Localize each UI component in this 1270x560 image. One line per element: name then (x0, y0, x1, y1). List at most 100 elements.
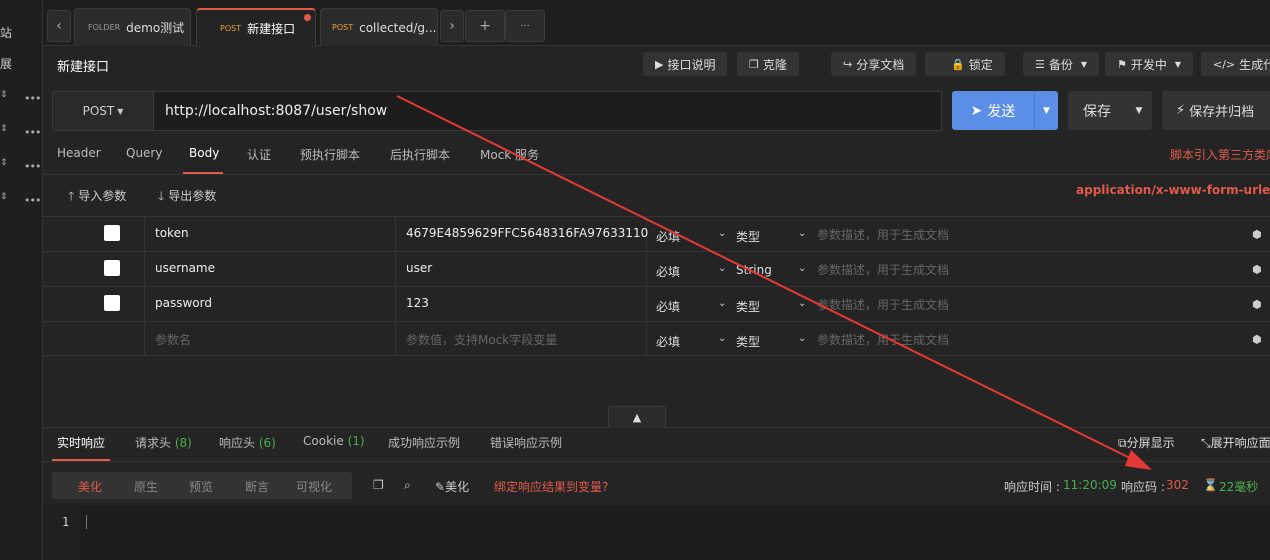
new-param-value-input[interactable]: 参数值，支持Mock字段变量 (406, 331, 557, 348)
import-params-button[interactable]: 🡑 导入参数 (68, 187, 126, 208)
param-type[interactable]: 类型 (736, 228, 760, 245)
tab-prev-button[interactable]: ‹ (47, 10, 71, 42)
clone-button[interactable]: ❐ 克隆 (737, 52, 799, 76)
export-params-button[interactable]: 🡓 导出参数 (158, 187, 216, 208)
split-view-button[interactable]: ⧉分屏显示 (1118, 434, 1175, 451)
tab-success-example[interactable]: 成功响应示例 (388, 434, 460, 451)
param-desc[interactable]: 参数描述，用于生成文档 (817, 226, 949, 243)
codegen-button[interactable]: </>生成代码 (1201, 52, 1270, 76)
more-icon[interactable]: ••• (24, 160, 41, 173)
new-param-key-input[interactable]: 参数名 (155, 331, 191, 348)
more-tabs-button[interactable]: ··· (505, 10, 545, 42)
search-icon[interactable]: ⌕ (404, 478, 411, 493)
tab-collected[interactable]: POST collected/g... (320, 8, 438, 46)
view-mode-preview[interactable]: 预览 (189, 478, 213, 495)
chevron-down-icon[interactable]: ⌄ (718, 333, 726, 344)
param-required[interactable]: 必填 (656, 228, 680, 245)
url-input[interactable]: http://localhost:8087/user/show (153, 91, 942, 131)
tab-pre-script[interactable]: 预执行脚本 (300, 146, 360, 163)
sidebar-row[interactable]: ⇕ ••• (0, 193, 43, 208)
view-mode-visualize[interactable]: 可视化 (296, 478, 332, 495)
tab-new-api[interactable]: POST 新建接口 (196, 8, 316, 46)
param-value[interactable]: 4679E4859629FFC5648316FA97633110 (406, 226, 648, 240)
tab-post-script[interactable]: 后执行脚本 (390, 146, 450, 163)
chevron-down-icon[interactable]: ⌄ (798, 228, 806, 239)
chevron-down-icon[interactable]: ⌄ (718, 298, 726, 309)
cube-icon[interactable]: ⬢ (1252, 298, 1262, 311)
save-button[interactable]: 保存 (1068, 91, 1126, 130)
param-checkbox[interactable] (104, 225, 120, 241)
collapse-toggle[interactable]: ▲ (608, 406, 666, 428)
param-type[interactable]: String (736, 263, 772, 277)
chevron-down-icon[interactable]: ⌄ (798, 333, 806, 344)
more-icon[interactable]: ••• (24, 92, 41, 105)
cube-icon[interactable]: ⬢ (1252, 333, 1262, 346)
share-doc-button[interactable]: ↪ 分享文档 (831, 52, 917, 76)
save-button-group[interactable]: 保存 ▼ (1068, 91, 1152, 130)
tab-body[interactable]: Body (189, 146, 219, 160)
cube-icon[interactable]: ⬢ (1252, 263, 1262, 276)
content-type-select[interactable]: application/x-www-form-urlencoded (1076, 183, 1270, 197)
tab-next-button[interactable]: › (440, 10, 464, 42)
sidebar-row[interactable]: ⇕ ••• (0, 159, 43, 174)
add-tab-button[interactable]: + (465, 10, 505, 42)
doc-button[interactable]: ▶ 接口说明 (643, 52, 728, 76)
expand-panel-button[interactable]: ⤡展开响应面板 (1201, 434, 1270, 451)
sidebar-row[interactable]: ⇕ ••• (0, 125, 43, 140)
lock-button[interactable]: 🔒 锁定 (925, 52, 1005, 76)
param-checkbox[interactable] (104, 295, 120, 311)
param-type[interactable]: 类型 (736, 298, 760, 315)
param-desc[interactable]: 参数描述，用于生成文档 (817, 331, 949, 348)
send-dropdown[interactable]: ▼ (1034, 91, 1058, 130)
chevron-down-icon[interactable]: ⌄ (798, 263, 806, 274)
tab-mock[interactable]: Mock 服务 (480, 146, 539, 163)
backup-button[interactable]: ☰ 备份 ▼ (1023, 52, 1100, 76)
view-mode-assert[interactable]: 断言 (245, 478, 269, 495)
beautify-button[interactable]: ✎美化 (435, 478, 469, 495)
tab-header[interactable]: Header (57, 146, 101, 160)
view-mode-raw[interactable]: 原生 (134, 478, 158, 495)
param-checkbox[interactable] (104, 260, 120, 276)
param-key[interactable]: password (155, 296, 212, 310)
tab-request-headers[interactable]: 请求头 (8) (135, 434, 192, 451)
status-dropdown[interactable]: ⚑ 开发中 ▼ (1105, 52, 1194, 76)
chevron-down-icon[interactable]: ⌄ (718, 263, 726, 274)
param-key[interactable]: username (155, 261, 215, 275)
copy-icon[interactable]: ❐ (373, 478, 384, 492)
response-editor[interactable] (43, 505, 1270, 560)
param-desc[interactable]: 参数描述，用于生成文档 (817, 296, 949, 313)
cube-icon[interactable]: ⬢ (1252, 228, 1262, 241)
param-desc[interactable]: 参数描述，用于生成文档 (817, 261, 949, 278)
param-value[interactable]: 123 (406, 296, 429, 310)
view-mode-beautify[interactable]: 美化 (78, 478, 102, 495)
tab-realtime-response[interactable]: 实时响应 (57, 434, 105, 451)
param-key[interactable]: token (155, 226, 189, 240)
param-type[interactable]: 类型 (736, 333, 760, 350)
method-select[interactable]: POST ▼ (52, 91, 154, 131)
sort-icon[interactable]: ⇕ (0, 193, 8, 202)
param-required[interactable]: 必填 (656, 298, 680, 315)
sidebar-partial-text[interactable]: 展 (0, 55, 12, 72)
tab-error-example[interactable]: 错误响应示例 (490, 434, 562, 451)
param-required[interactable]: 必填 (656, 333, 680, 350)
send-button[interactable]: ➤ 发送 (952, 91, 1034, 130)
send-button-group[interactable]: ➤ 发送 ▼ (952, 91, 1058, 130)
sort-icon[interactable]: ⇕ (0, 159, 8, 168)
more-icon[interactable]: ••• (24, 126, 41, 139)
tab-cookie[interactable]: Cookie (1) (303, 434, 365, 448)
script-library-link[interactable]: 脚本引入第三方类库 (1170, 146, 1270, 163)
save-dropdown[interactable]: ▼ (1126, 91, 1152, 130)
tab-query[interactable]: Query (126, 146, 162, 160)
tab-auth[interactable]: 认证 (247, 146, 271, 163)
param-value[interactable]: user (406, 261, 432, 275)
save-archive-button[interactable]: ⚡ 保存并归档 (1162, 91, 1270, 130)
bind-result-link[interactable]: 绑定响应结果到变量? (494, 478, 608, 495)
sort-icon[interactable]: ⇕ (0, 91, 8, 100)
sort-icon[interactable]: ⇕ (0, 125, 8, 134)
param-required[interactable]: 必填 (656, 263, 680, 280)
tab-response-headers[interactable]: 响应头 (6) (219, 434, 276, 451)
chevron-down-icon[interactable]: ⌄ (798, 298, 806, 309)
sidebar-row[interactable]: ⇕ ••• (0, 91, 43, 106)
tab-folder-demo[interactable]: FOLDER demo测试 (74, 8, 191, 46)
chevron-down-icon[interactable]: ⌄ (718, 228, 726, 239)
